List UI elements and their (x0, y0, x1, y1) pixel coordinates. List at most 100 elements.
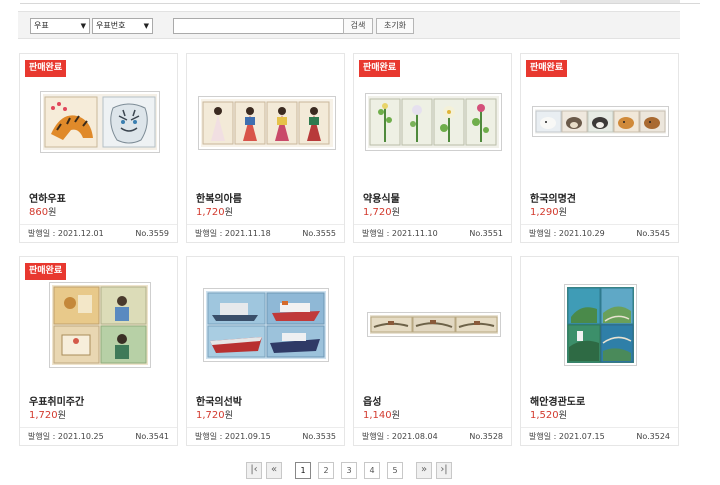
price-value: 1,140 (363, 410, 392, 421)
issue-date-label: 발행일 : (529, 432, 559, 441)
price-value: 1,720 (196, 207, 225, 218)
stamp-image-korean-dogs (533, 107, 668, 136)
sold-out-badge: 판매완료 (526, 60, 568, 77)
stamp-number: No.3528 (469, 432, 503, 441)
product-price: 1,720원 (196, 408, 233, 421)
search-field-select-value: 우표번호 (96, 21, 126, 30)
stamp-number: No.3524 (636, 432, 670, 441)
product-meta: 발행일 : 2021.11.10 No.3551 (354, 224, 511, 242)
issue-date: 발행일 : 2021.10.25 (28, 428, 104, 445)
stamp-number: No.3551 (469, 229, 503, 238)
page-link-3[interactable]: 3 (341, 462, 357, 479)
sold-out-badge: 판매완료 (359, 60, 401, 77)
page-link-5[interactable]: 5 (387, 462, 403, 479)
pagination: |‹ « 1 2 3 4 5 » ›| (0, 462, 720, 480)
issue-date: 발행일 : 2021.07.15 (529, 428, 605, 445)
first-page-icon[interactable]: |‹ (246, 462, 262, 479)
stamp-image-korean-ships (204, 289, 328, 361)
page-link-4[interactable]: 4 (364, 462, 380, 479)
issue-date-value: 2021.08.04 (391, 432, 438, 441)
price-value: 1,290 (530, 207, 559, 218)
chevron-down-icon: ▼ (143, 22, 149, 30)
product-meta: 발행일 : 2021.08.04 No.3528 (354, 427, 511, 445)
next-page-icon[interactable]: » (416, 462, 432, 479)
product-price: 1,720원 (196, 205, 233, 218)
issue-date-label: 발행일 : (195, 432, 225, 441)
product-meta: 발행일 : 2021.09.15 No.3535 (187, 427, 344, 445)
product-name[interactable]: 한국의선박 (196, 393, 242, 408)
prev-page-icon[interactable]: « (266, 462, 282, 479)
product-card[interactable]: 해안경관도로 1,520원 발행일 : 2021.07.15 No.3524 (520, 256, 679, 446)
page-link-2[interactable]: 2 (318, 462, 334, 479)
issue-date-value: 2021.09.15 (224, 432, 271, 441)
stamp-image-philately-week (50, 283, 150, 367)
product-name[interactable]: 약용식물 (363, 190, 400, 205)
page-link-1[interactable]: 1 (295, 462, 311, 479)
issue-date-label: 발행일 : (362, 229, 392, 238)
product-meta: 발행일 : 2021.11.18 No.3555 (187, 224, 344, 242)
sold-out-badge: 판매완료 (25, 60, 67, 77)
issue-date: 발행일 : 2021.09.15 (195, 428, 271, 445)
product-name[interactable]: 우표취미주간 (29, 393, 84, 408)
product-name[interactable]: 한복의아름 (196, 190, 242, 205)
currency-unit: 원 (224, 411, 233, 421)
price-value: 860 (29, 207, 49, 218)
stamp-number: No.3545 (636, 229, 670, 238)
reset-button[interactable]: 초기화 (376, 18, 414, 34)
product-card[interactable]: 한국의선박 1,720원 발행일 : 2021.09.15 No.3535 (186, 256, 345, 446)
issue-date-value: 2021.12.01 (57, 229, 104, 238)
product-price: 1,720원 (363, 205, 400, 218)
issue-date-value: 2021.11.18 (224, 229, 271, 238)
search-button[interactable]: 검색 (343, 18, 373, 34)
category-select-value: 우표 (34, 21, 49, 30)
product-name[interactable]: 읍성 (363, 393, 381, 408)
product-card[interactable]: 판매완료 우표취미주간 1,720원 발행일 : 2021.10.25 No.3… (19, 256, 178, 446)
product-price: 860원 (29, 205, 56, 218)
stamp-number: No.3541 (135, 432, 169, 441)
currency-unit: 원 (391, 411, 400, 421)
issue-date-label: 발행일 : (28, 229, 58, 238)
product-price: 1,520원 (530, 408, 567, 421)
product-card[interactable]: 읍성 1,140원 발행일 : 2021.08.04 No.3528 (353, 256, 512, 446)
top-header-strip (0, 0, 720, 8)
currency-unit: 원 (57, 411, 66, 421)
issue-date: 발행일 : 2021.11.10 (362, 225, 438, 242)
category-select[interactable]: 우표 ▼ (30, 18, 90, 34)
product-meta: 발행일 : 2021.07.15 No.3524 (521, 427, 678, 445)
issue-date: 발행일 : 2021.12.01 (28, 225, 104, 242)
issue-date-value: 2021.07.15 (558, 432, 605, 441)
product-meta: 발행일 : 2021.12.01 No.3559 (20, 224, 177, 242)
product-meta: 발행일 : 2021.10.29 No.3545 (521, 224, 678, 242)
currency-unit: 원 (558, 208, 567, 218)
stamp-number: No.3535 (302, 432, 336, 441)
stamp-image-coastal-road (565, 285, 636, 365)
search-field-select[interactable]: 우표번호 ▼ (92, 18, 153, 34)
last-page-icon[interactable]: ›| (436, 462, 452, 479)
product-meta: 발행일 : 2021.10.25 No.3541 (20, 427, 177, 445)
product-name[interactable]: 해안경관도로 (530, 393, 585, 408)
product-name[interactable]: 한국의명견 (530, 190, 576, 205)
product-card[interactable]: 한복의아름 1,720원 발행일 : 2021.11.18 No.3555 (186, 53, 345, 243)
issue-date-label: 발행일 : (28, 432, 58, 441)
issue-date-value: 2021.10.25 (57, 432, 104, 441)
stamp-image-hanbok (199, 97, 335, 149)
price-value: 1,520 (530, 410, 559, 421)
issue-date-label: 발행일 : (195, 229, 225, 238)
stamp-image-tiger (41, 92, 159, 152)
issue-date-label: 발행일 : (529, 229, 559, 238)
search-input[interactable] (173, 18, 359, 34)
stamp-number: No.3555 (302, 229, 336, 238)
product-card[interactable]: 판매완료 한국의명견 1,290원 발행일 : 2021.10.29 No.35… (520, 53, 679, 243)
stamp-image-medicinal-plants (366, 94, 501, 150)
stamp-number: No.3559 (135, 229, 169, 238)
currency-unit: 원 (558, 411, 567, 421)
product-name[interactable]: 연하우표 (29, 190, 66, 205)
currency-unit: 원 (48, 208, 57, 218)
product-card[interactable]: 판매완료 연하우표 860원 발행일 : 2021.12.01 No.3559 (19, 53, 178, 243)
currency-unit: 원 (391, 208, 400, 218)
product-card[interactable]: 판매완료 약용식물 1,720원 발행일 : 2021.11.10 No.355… (353, 53, 512, 243)
product-price: 1,290원 (530, 205, 567, 218)
sold-out-badge: 판매완료 (25, 263, 67, 280)
issue-date: 발행일 : 2021.11.18 (195, 225, 271, 242)
issue-date: 발행일 : 2021.10.29 (529, 225, 605, 242)
